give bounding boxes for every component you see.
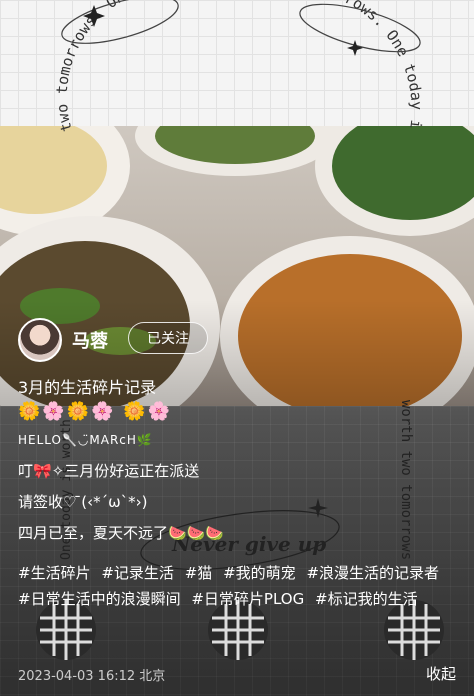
author-info[interactable]: 马蓉 [18, 318, 108, 362]
hashtag[interactable]: #生活碎片 [18, 564, 91, 582]
follow-button[interactable]: 已关注 [128, 322, 208, 354]
post-timestamp: 2023-04-03 16:12 北京 [18, 669, 166, 684]
hashtag[interactable]: #浪漫生活的记录者 [306, 564, 439, 582]
hashtag[interactable]: #日常碎片PLOG [191, 590, 304, 608]
hashtag[interactable]: #我的萌宠 [223, 564, 296, 582]
caption-line-1: 叮🎀✧三月份好运正在派送 [18, 462, 200, 480]
post-title: 3月的生活碎片记录 [18, 378, 157, 397]
avatar[interactable] [18, 318, 62, 362]
hashtag[interactable]: #日常生活中的浪漫瞬间 [18, 590, 181, 608]
emoji-row: 🌼🌸🌼🌸 🌼🌸 [18, 401, 173, 422]
author-name[interactable]: 马蓉 [72, 327, 108, 353]
caption-line-2: 请签收♡ ̄(‹*ˊωˋ*›) [18, 493, 148, 511]
caption-line-3: 四月已至，夏天不远了🍉🍉🍉 [18, 524, 225, 542]
hashtag[interactable]: #标记我的生活 [315, 590, 418, 608]
hashtag[interactable]: #记录生活 [101, 564, 174, 582]
background-grid-paper [0, 0, 474, 126]
hello-march-text: HELLO🥄◡̈MARcH🌿 [18, 433, 153, 447]
hashtag-list: #生活碎片 #记录生活 #猫 #我的萌宠 #浪漫生活的记录者 #日常生活中的浪漫… [18, 560, 458, 612]
collapse-button[interactable]: 收起 [426, 663, 456, 684]
hashtag[interactable]: #猫 [185, 564, 213, 582]
